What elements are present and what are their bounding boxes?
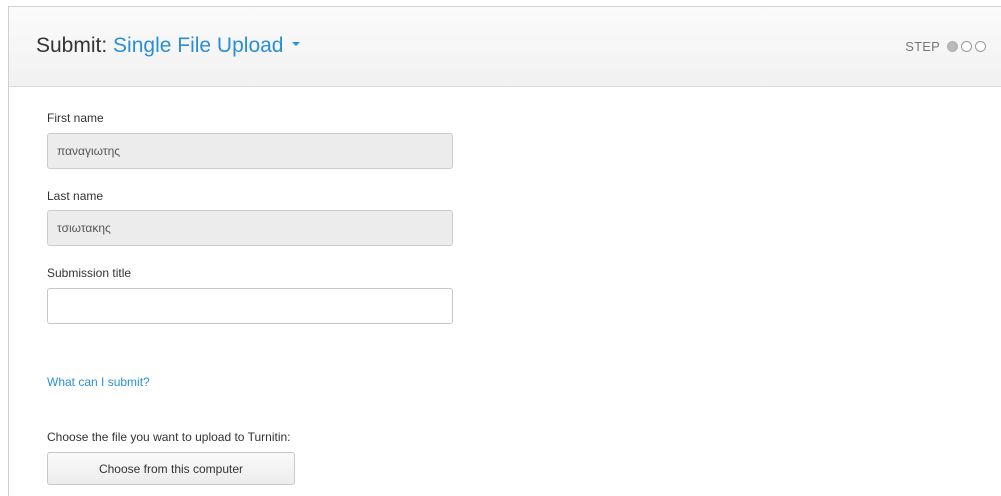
last-name-field[interactable] <box>47 210 453 246</box>
submission-panel: Submit: Single File Upload STEP First na… <box>8 6 1001 496</box>
chevron-down-icon <box>292 42 301 47</box>
step-dot-2 <box>961 41 972 52</box>
choose-file-instruction: Choose the file you want to upload to Tu… <box>47 430 291 444</box>
submission-title-label: Submission title <box>47 266 132 280</box>
upload-type-label: Single File Upload <box>113 34 284 57</box>
step-indicator: STEP <box>905 39 986 54</box>
title-prefix: Submit: <box>36 34 108 57</box>
submission-title-field[interactable] <box>47 288 453 324</box>
what-can-i-submit-link[interactable]: What can I submit? <box>47 375 150 389</box>
panel-header: Submit: Single File Upload STEP <box>9 7 1001 87</box>
step-label: STEP <box>905 39 940 54</box>
first-name-label: First name <box>47 111 104 125</box>
last-name-label: Last name <box>47 189 104 203</box>
first-name-field[interactable] <box>47 133 453 169</box>
choose-from-computer-button[interactable]: Choose from this computer <box>47 452 295 485</box>
step-dot-3 <box>975 41 986 52</box>
page-title: Submit: Single File Upload <box>36 33 301 59</box>
upload-type-dropdown[interactable]: Single File Upload <box>113 34 301 57</box>
step-dot-1 <box>947 41 958 52</box>
